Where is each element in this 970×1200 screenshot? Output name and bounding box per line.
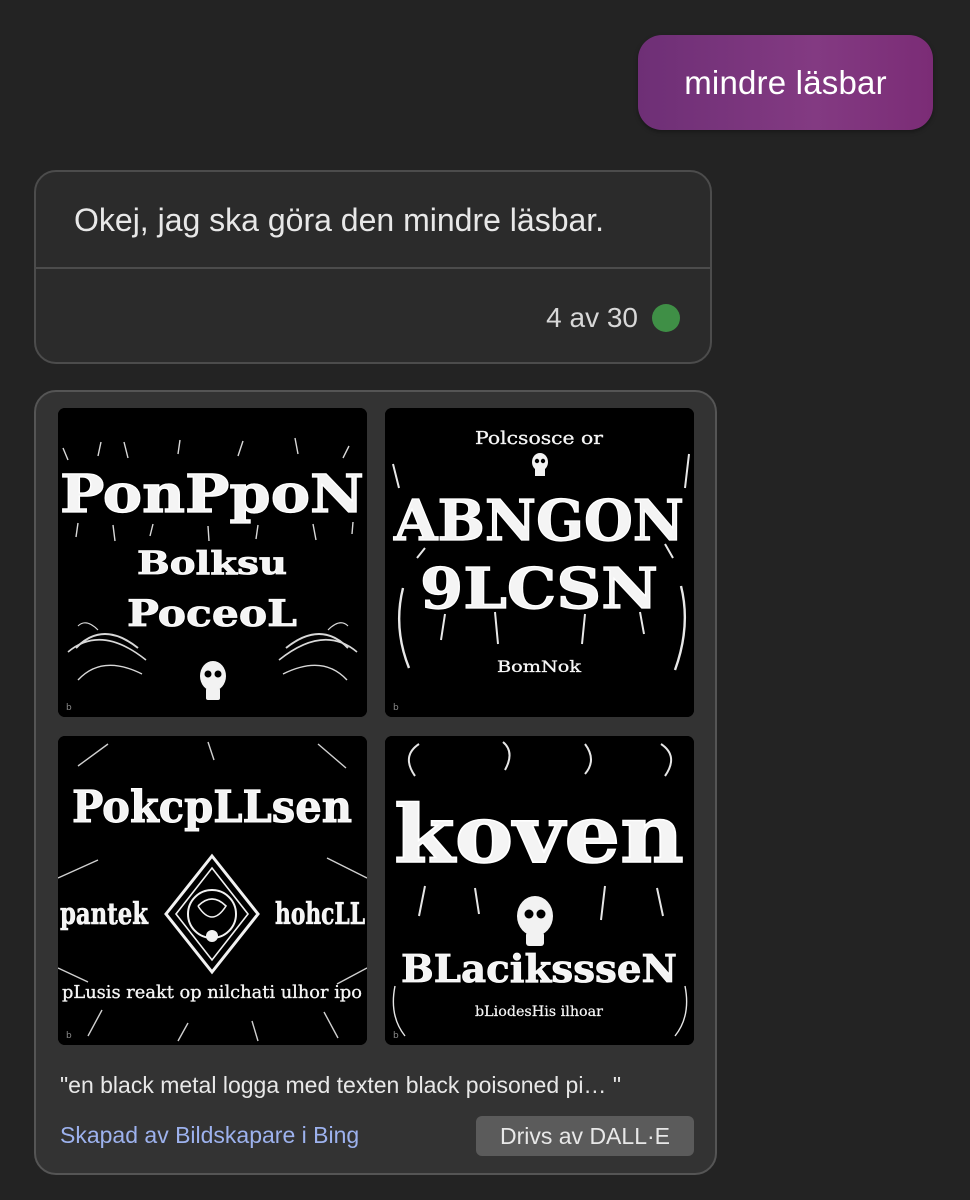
image-prompt-caption: "en black metal logga med texten black p… bbox=[60, 1072, 621, 1098]
image-results-card: PonPpoN Bolksu PoceoL b Polcsosce or ABN… bbox=[34, 390, 717, 1175]
message-divider bbox=[36, 267, 710, 269]
generated-image-2[interactable]: Polcsosce or ABNGON 9LCSN BomNok b bbox=[385, 408, 694, 717]
image-1-logo-title: PonPpoN bbox=[60, 464, 364, 525]
image-1-logo-line-2: Bolksu bbox=[137, 544, 287, 582]
bing-image-creator-link[interactable]: Skapad av Bildskapare i Bing bbox=[60, 1122, 359, 1149]
svg-text:b: b bbox=[393, 1031, 399, 1041]
status-dot-icon bbox=[652, 304, 680, 332]
image-4-logo-title: koven bbox=[394, 787, 684, 881]
generated-image-4[interactable]: koven BLacikssseN bLiodesHis ilhoar b bbox=[385, 736, 694, 1045]
image-4-logo-line-2: BLacikssseN bbox=[401, 946, 677, 991]
image-2-logo-tagline: Polcsosce or bbox=[475, 428, 603, 449]
generated-image-1[interactable]: PonPpoN Bolksu PoceoL b bbox=[58, 408, 367, 717]
generated-image-3[interactable]: PokcpLLsen pantek hohcLL pLusis reakt op… bbox=[58, 736, 367, 1045]
bot-message-card: Okej, jag ska göra den mindre läsbar. 4 … bbox=[34, 170, 712, 364]
image-3-logo-title: PokcpLLsen bbox=[72, 782, 352, 833]
image-2-logo-subtitle: BomNok bbox=[497, 657, 581, 676]
image-1-logo-line-3: PoceoL bbox=[127, 593, 297, 635]
turn-counter: 4 av 30 bbox=[546, 302, 680, 334]
bot-message-text: Okej, jag ska göra den mindre läsbar. bbox=[74, 202, 605, 238]
svg-text:b: b bbox=[66, 1031, 72, 1041]
image-3-logo-right-word: hohcLL bbox=[275, 897, 365, 932]
image-2-logo-title: ABNGON bbox=[393, 488, 684, 554]
turn-counter-text: 4 av 30 bbox=[546, 302, 638, 333]
user-message-bubble: mindre läsbar bbox=[638, 35, 933, 130]
user-message-text: mindre läsbar bbox=[684, 63, 887, 101]
image-3-logo-left-word: pantek bbox=[60, 897, 149, 932]
dalle-badge: Drivs av DALL·E bbox=[476, 1116, 694, 1156]
image-4-logo-subtitle: bLiodesHis ilhoar bbox=[475, 1004, 603, 1020]
image-3-logo-subtitle: pLusis reakt op nilchati ulhor ipo bbox=[62, 982, 362, 1003]
svg-text:b: b bbox=[393, 703, 399, 713]
image-2-logo-line-2: 9LCSN bbox=[420, 556, 658, 622]
svg-text:b: b bbox=[66, 703, 72, 713]
